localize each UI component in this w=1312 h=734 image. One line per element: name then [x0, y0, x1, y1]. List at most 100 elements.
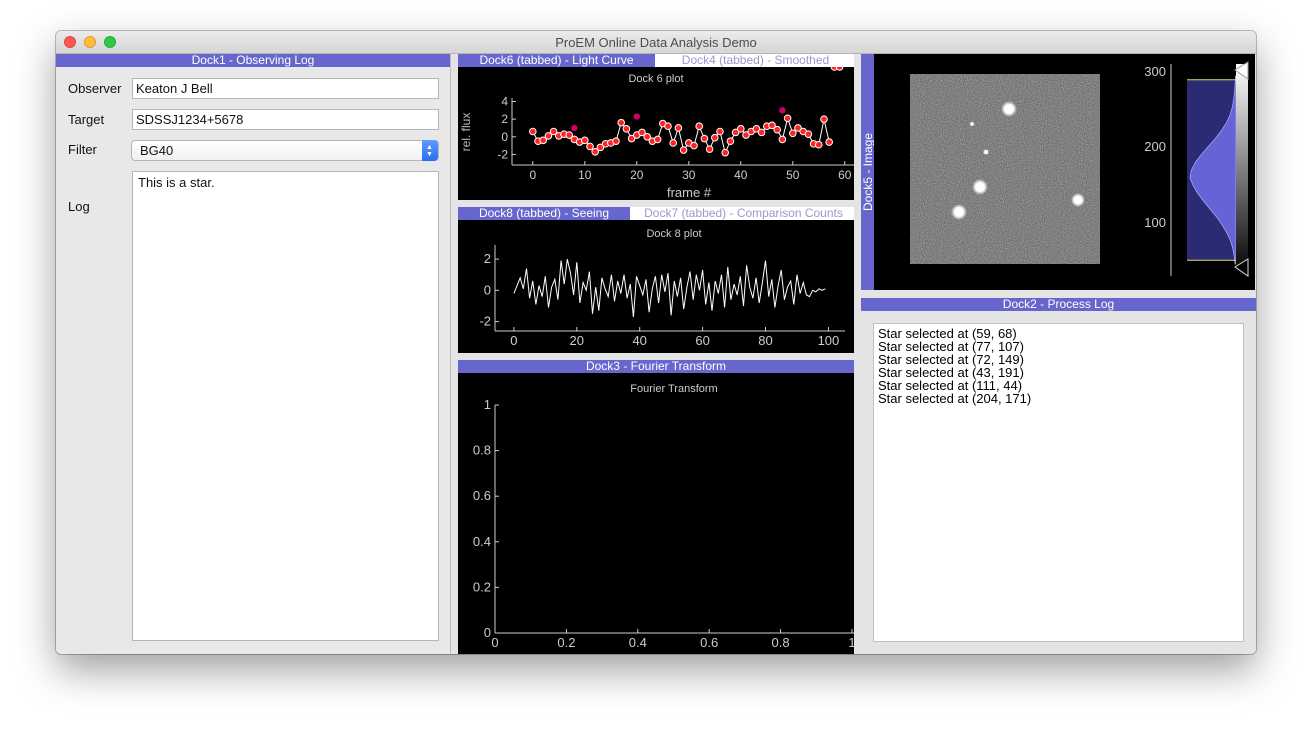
- dock5-header-label: Dock5 - Image: [861, 132, 874, 212]
- window-title: ProEM Online Data Analysis Demo: [555, 35, 757, 50]
- image-view[interactable]: 300 200 100: [874, 54, 1255, 290]
- dock8-tabbar: Dock8 (tabbed) - Seeing Dock7 (tabbed) -…: [458, 207, 854, 220]
- tab-smoothed[interactable]: Dock4 (tabbed) - Smoothed: [657, 54, 854, 67]
- right-column: Dock5 - Image 300 200 100 Dock2 - Proces…: [859, 54, 1256, 654]
- fourier-plot[interactable]: Fourier Transform 0 0.2 0.4 0.6 0.8 1 0 0.2 0.4 0…: [458, 373, 854, 654]
- fourier-x-tick-label: 0.6: [700, 635, 718, 650]
- fourier-x-tick-label: 0: [491, 635, 498, 650]
- light-curve-point: [835, 67, 844, 71]
- seeing-x-tick-label: 80: [758, 333, 772, 348]
- fourier-y-tick-label: 1: [484, 397, 491, 412]
- light-curve-point: [695, 122, 703, 131]
- light-curve-point: [664, 122, 672, 131]
- light-curve-point: [726, 137, 735, 145]
- dock6-tabbar: Dock6 (tabbed) - Light Curve Dock4 (tabb…: [458, 54, 854, 67]
- process-log-line: Star selected at (204, 171): [878, 391, 1032, 406]
- hist-tick-100: 100: [1144, 215, 1166, 230]
- seeing-y-tick-label: 2: [484, 251, 491, 266]
- light-curve-point: [815, 140, 823, 149]
- fourier-y-tick-label: 0.2: [473, 579, 491, 594]
- seeing-y-tick-label: -2: [479, 314, 491, 329]
- light-curve-ylabel: rel. flux: [459, 113, 473, 152]
- light-curve-point: [679, 146, 688, 154]
- star-spot: [951, 204, 967, 220]
- target-field[interactable]: SDSSJ1234+5678: [132, 109, 439, 130]
- gradient-lut-bar: [1236, 64, 1248, 276]
- light-curve-point: [825, 138, 834, 146]
- observer-field[interactable]: Keaton J Bell: [132, 78, 439, 99]
- light-curve-x-tick-label: 50: [786, 168, 800, 182]
- light-curve-point: [737, 125, 745, 133]
- light-curve-y-tick-label: 4: [501, 95, 508, 109]
- light-curve-x-tick-label: 0: [529, 168, 536, 182]
- light-curve-y-tick-label: -2: [497, 147, 508, 161]
- light-curve-point: [783, 114, 792, 123]
- light-curve-point: [617, 118, 625, 127]
- light-curve-point: [700, 134, 709, 143]
- light-curve-point: [778, 135, 787, 144]
- light-curve-plot[interactable]: Dock 6 plot frame # rel. flux 0 10 20 30 40 5…: [458, 67, 854, 200]
- observer-label: Observer: [68, 81, 122, 96]
- light-curve-point: [820, 115, 828, 123]
- seeing-chart: Dock 8 plot 0 20 40 60 80 100 -2 0 2: [479, 228, 845, 348]
- light-curve-chart: Dock 6 plot frame # rel. flux 0 10 20 30 40 5…: [459, 67, 854, 200]
- chevron-updown-icon: ▲ ▼: [422, 140, 438, 161]
- light-curve-xlabel: frame #: [667, 185, 712, 200]
- star-spot: [1001, 101, 1017, 117]
- seeing-x-tick-label: 60: [695, 333, 709, 348]
- light-curve-point: [674, 124, 683, 132]
- fourier-y-tick-label: 0.6: [473, 488, 491, 503]
- histogram-lut[interactable]: [1170, 61, 1249, 277]
- light-curve-point: [757, 128, 766, 137]
- light-curve-point: [690, 141, 698, 150]
- light-curve-point: [622, 125, 631, 133]
- light-curve-point: [529, 127, 537, 136]
- light-curve-x-tick-label: 60: [838, 168, 852, 182]
- seeing-x-tick-label: 0: [510, 333, 517, 348]
- star-spot: [972, 179, 988, 195]
- dock3-header[interactable]: Dock3 - Fourier Transform: [458, 360, 854, 373]
- seeing-plot[interactable]: Dock 8 plot 0 20 40 60 80 100 -2 0 2: [458, 220, 854, 353]
- dock1-observing-log: Dock1 - Observing Log Observer Keaton J …: [56, 54, 451, 654]
- tab-light-curve[interactable]: Dock6 (tabbed) - Light Curve: [458, 54, 655, 67]
- fourier-title: Fourier Transform: [630, 383, 717, 395]
- log-textarea[interactable]: This is a star.: [132, 171, 439, 641]
- filter-select-value: BG40: [140, 143, 174, 158]
- fourier-x-tick-label: 0.2: [557, 635, 575, 650]
- fourier-y-tick-label: 0.4: [473, 534, 491, 549]
- light-curve-highlight-point: [571, 124, 578, 132]
- light-curve-point: [716, 127, 724, 136]
- light-curve-x-tick-label: 30: [682, 168, 696, 182]
- seeing-x-tick-label: 100: [818, 333, 840, 348]
- target-label: Target: [68, 112, 105, 127]
- light-curve-highlight-point: [633, 113, 640, 120]
- hist-tick-300: 300: [1144, 64, 1166, 79]
- light-curve-point: [669, 139, 677, 147]
- light-curve-point: [789, 129, 797, 138]
- middle-column: Dock6 (tabbed) - Light Curve Dock4 (tabb…: [451, 54, 859, 654]
- seeing-x-tick-label: 40: [632, 333, 646, 348]
- light-curve-title: Dock 6 plot: [628, 73, 683, 85]
- image-canvas: 300 200 100: [910, 61, 1249, 277]
- dock2-header[interactable]: Dock2 - Process Log: [861, 298, 1256, 311]
- dock1-header[interactable]: Dock1 - Observing Log: [56, 54, 450, 67]
- light-curve-x-tick-label: 40: [734, 168, 748, 182]
- light-curve-highlight-point: [779, 107, 786, 114]
- title-bar: ProEM Online Data Analysis Demo: [56, 31, 1256, 54]
- light-curve-point: [653, 135, 662, 144]
- filter-select[interactable]: BG40 ▲ ▼: [131, 140, 439, 161]
- hist-tick-200: 200: [1144, 139, 1166, 154]
- seeing-y-tick-label: 0: [484, 282, 491, 297]
- fourier-chart: Fourier Transform 0 0.2 0.4 0.6 0.8 1 0 0.2 0.4 0…: [473, 383, 854, 650]
- light-curve-point: [721, 148, 730, 157]
- dock5-header[interactable]: Dock5 - Image: [861, 54, 874, 290]
- light-curve-point: [705, 145, 714, 153]
- fourier-y-tick-label: 0.8: [473, 443, 491, 458]
- tab-comparison-counts[interactable]: Dock7 (tabbed) - Comparison Counts: [633, 207, 854, 220]
- tab-seeing[interactable]: Dock8 (tabbed) - Seeing: [458, 207, 630, 220]
- seeing-title: Dock 8 plot: [646, 228, 701, 240]
- light-curve-point: [612, 137, 620, 145]
- light-curve-point: [581, 136, 589, 145]
- fourier-x-tick-label: 0.4: [629, 635, 647, 650]
- app-window: ProEM Online Data Analysis Demo Dock1 - …: [56, 31, 1256, 654]
